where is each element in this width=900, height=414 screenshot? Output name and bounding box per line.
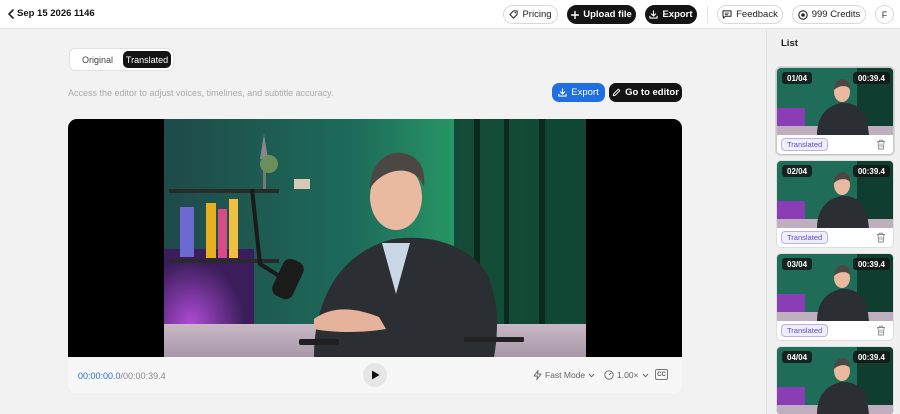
status-badge: Translated [781,231,829,244]
segment-index: 01/04 [782,72,813,84]
segment-duration: 00:39.4 [852,165,890,177]
list-item[interactable]: 03/04 00:39.4 Translated [776,253,894,341]
subtitles-icon[interactable]: CC [655,369,668,380]
segment-duration: 00:39.4 [852,72,890,84]
trash-icon[interactable] [876,139,886,150]
fast-mode-dropdown[interactable]: Fast Mode [533,370,595,380]
editor-hint-text: Access the editor to adjust voices, time… [68,88,334,98]
segment-duration: 00:39.4 [852,258,890,270]
tag-icon [509,10,519,19]
segment-thumbnail: 01/04 00:39.4 [777,68,893,135]
play-icon [371,370,379,380]
upload-file-button[interactable]: Upload file [567,5,636,24]
segment-index: 04/04 [782,351,813,363]
time-display: 00:00:00.0/00:00:39.4 [78,371,166,381]
segment-list-panel: List 01/04 00:39.4 Translated 02/04 00:3… [766,29,900,414]
credits-label: 999 Credits [811,9,861,20]
video-still-image [164,119,586,357]
feedback-button[interactable]: Feedback [717,5,783,24]
fast-mode-label: Fast Mode [545,370,586,380]
segment-thumbnail: 02/04 00:39.4 [777,161,893,228]
header-export-button[interactable]: Export [645,5,697,24]
current-time: 00:00:00.0 [78,371,121,381]
video-player: 00:00:00.0/00:00:39.4 Fast Mode 1.00× CC [68,119,682,393]
list-title: List [781,38,798,49]
speed-dropdown[interactable]: 1.00× [604,370,649,380]
trash-icon[interactable] [876,232,886,243]
message-icon [722,10,732,19]
segment-index: 02/04 [782,165,813,177]
player-controls: 00:00:00.0/00:00:39.4 Fast Mode 1.00× CC [68,357,682,393]
translated-tab[interactable]: Translated [123,51,171,68]
chevron-down-icon [642,373,648,378]
list-item[interactable]: 01/04 00:39.4 Translated [776,67,894,155]
list-item[interactable]: 02/04 00:39.4 Translated [776,160,894,248]
download-icon [649,10,659,19]
video-frame [164,119,586,357]
original-tab[interactable]: Original [73,51,122,68]
segment-thumbnail: 04/04 00:39.4 [777,347,893,414]
trash-icon[interactable] [876,325,886,336]
lightning-icon [533,370,542,380]
segment-duration: 00:39.4 [852,351,890,363]
go-to-editor-button[interactable]: Go to editor [609,83,682,102]
plus-icon [571,10,580,19]
play-button[interactable] [363,363,387,387]
pricing-button[interactable]: Pricing [503,5,558,24]
upload-file-label: Upload file [583,9,632,20]
feedback-label: Feedback [736,9,778,20]
download-icon [558,88,567,97]
card-footer: Translated [777,228,893,247]
card-footer: Translated [777,135,893,154]
card-footer: Translated [777,321,893,340]
speedometer-icon [604,370,614,380]
status-badge: Translated [781,324,829,337]
pencil-icon [612,88,621,97]
header-divider [707,6,708,23]
user-avatar[interactable]: F [875,5,894,24]
view-toggle: Original Translated [69,48,174,71]
back-arrow-icon[interactable] [4,7,18,21]
pricing-label: Pricing [522,9,552,20]
segment-index: 03/04 [782,258,813,270]
header-export-label: Export [662,9,693,20]
top-bar: Sep 15 2026 1146 Pricing Upload file Exp… [0,0,900,29]
project-title: Sep 15 2026 1146 [17,8,95,19]
list-item[interactable]: 04/04 00:39.4 [776,346,894,414]
export-label: Export [571,87,599,98]
chevron-down-icon [588,373,595,378]
credits-coin-icon [797,9,808,20]
speed-label: 1.00× [617,370,639,380]
export-button[interactable]: Export [552,83,605,102]
status-badge: Translated [781,138,829,151]
segment-thumbnail: 03/04 00:39.4 [777,254,893,321]
total-time: /00:00:39.4 [120,371,166,381]
go-to-editor-label: Go to editor [625,87,679,98]
video-canvas[interactable] [68,119,682,357]
credits-button[interactable]: 999 Credits [792,5,866,24]
